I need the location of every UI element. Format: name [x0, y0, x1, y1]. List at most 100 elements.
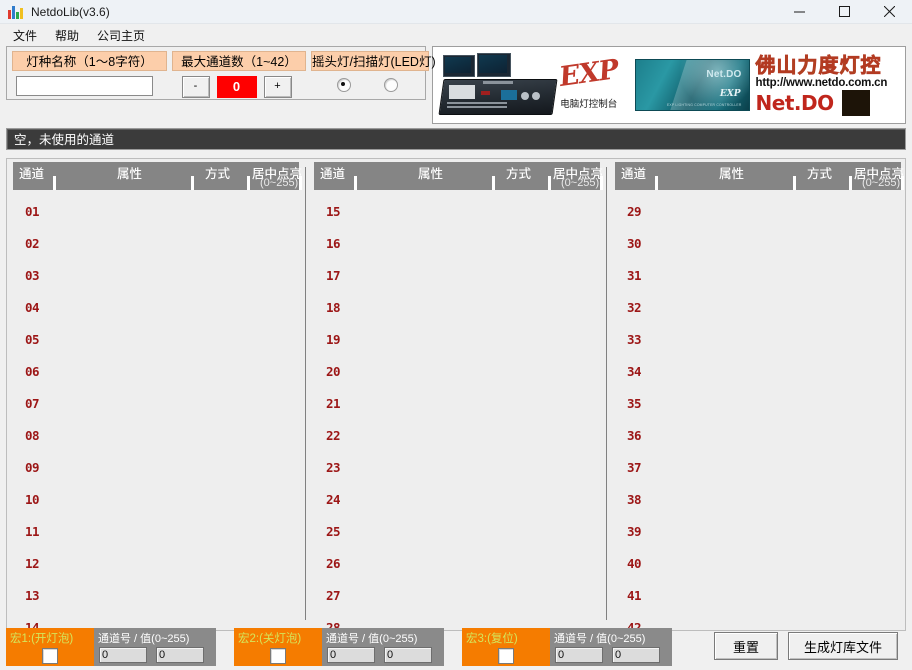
macro-3-checkbox[interactable]: [498, 648, 514, 664]
header-attribute: 属性: [117, 167, 143, 181]
table-row[interactable]: 30: [609, 230, 905, 262]
brand-wordmark: Net.DO: [755, 90, 835, 115]
column-divider: [305, 167, 306, 620]
macro-3-channel-input[interactable]: 0: [555, 647, 603, 663]
table-row[interactable]: 25: [308, 518, 604, 550]
reset-button[interactable]: 重置: [714, 632, 778, 660]
header-mode: 方式: [806, 167, 832, 181]
table-row[interactable]: 03: [7, 262, 303, 294]
table-row[interactable]: 09: [7, 454, 303, 486]
fixture-name-input[interactable]: [16, 76, 153, 96]
table-row[interactable]: 11: [7, 518, 303, 550]
table-row[interactable]: 26: [308, 550, 604, 582]
table-row[interactable]: 17: [308, 262, 604, 294]
table-row[interactable]: 29: [609, 198, 905, 230]
table-row[interactable]: 24: [308, 486, 604, 518]
table-row[interactable]: 10: [7, 486, 303, 518]
channel-stepper: - 0 +: [167, 76, 306, 98]
header-attribute: 属性: [417, 167, 443, 181]
macro-1-checkbox[interactable]: [42, 648, 58, 664]
row-number: 19: [325, 332, 341, 347]
header-attribute: 属性: [718, 167, 744, 181]
row-number: 18: [325, 300, 341, 315]
row-number: 13: [25, 588, 40, 603]
table-row[interactable]: 35: [609, 390, 905, 422]
table-row[interactable]: 02: [7, 230, 303, 262]
row-number: 16: [325, 236, 341, 251]
row-number: 37: [626, 460, 642, 475]
table-row[interactable]: 33: [609, 326, 905, 358]
row-number: 07: [25, 396, 40, 411]
increment-button[interactable]: +: [263, 76, 292, 98]
macro-2-channel-input[interactable]: 0: [327, 647, 375, 663]
row-number: 29: [626, 204, 642, 219]
row-number: 02: [25, 236, 40, 251]
macro-3-value-input[interactable]: 0: [612, 647, 660, 663]
exp-branding: EXP 电脑灯控制台: [546, 54, 631, 110]
table-row[interactable]: 34: [609, 358, 905, 390]
table-row[interactable]: 40: [609, 550, 905, 582]
table-row[interactable]: 20: [308, 358, 604, 390]
menu-item-help[interactable]: 帮助: [48, 25, 86, 46]
header-tick: [654, 176, 658, 190]
card-brand-label: Net.DO: [706, 69, 742, 80]
macro-1-channel-input[interactable]: 0: [99, 647, 147, 663]
table-row[interactable]: 39: [609, 518, 905, 550]
table-row[interactable]: 15: [308, 198, 604, 230]
radio-moving-head[interactable]: [336, 78, 351, 92]
table-row[interactable]: 08: [7, 422, 303, 454]
table-row[interactable]: 31: [609, 262, 905, 294]
row-number: 26: [325, 556, 341, 571]
menu-item-file[interactable]: 文件: [6, 25, 44, 46]
table-row[interactable]: 01: [7, 198, 303, 230]
table-row[interactable]: 36: [609, 422, 905, 454]
table-row[interactable]: 12: [7, 550, 303, 582]
row-number: 04: [25, 300, 40, 315]
table-row[interactable]: 21: [308, 390, 604, 422]
brand-square-icon: [841, 89, 870, 116]
maximize-button[interactable]: [822, 0, 867, 23]
row-number: 03: [25, 268, 40, 283]
card-exp-label: EXP: [719, 89, 741, 99]
table-row[interactable]: 19: [308, 326, 604, 358]
title-bar: NetdoLib(v3.6): [0, 0, 912, 24]
table-row[interactable]: 05: [7, 326, 303, 358]
header-tick: [900, 176, 904, 190]
close-button[interactable]: [867, 0, 912, 23]
row-number: 15: [325, 204, 341, 219]
table-row[interactable]: 22: [308, 422, 604, 454]
minimize-button[interactable]: [777, 0, 822, 23]
row-number: 35: [626, 396, 642, 411]
table-row[interactable]: 13: [7, 582, 303, 614]
row-number: 12: [25, 556, 40, 571]
macro-bar: 宏1:(开灯泡) 通道号 / 值(0~255) 0 0 宏2:(关灯泡) 通道号…: [0, 628, 912, 670]
header-tick: [547, 176, 551, 190]
fixture-type-radio-group: [306, 78, 429, 92]
table-row[interactable]: 07: [7, 390, 303, 422]
header-tick: [792, 176, 796, 190]
brand-banner: EXP 电脑灯控制台 Net.DO EXP EXP LIGHTING COMPU…: [432, 46, 906, 124]
decrement-button[interactable]: -: [181, 76, 210, 98]
macro-1-value-input[interactable]: 0: [156, 647, 204, 663]
table-row[interactable]: 38: [609, 486, 905, 518]
row-number: 34: [626, 364, 642, 379]
radio-scanner-led[interactable]: [384, 78, 399, 92]
menu-item-homepage[interactable]: 公司主页: [90, 25, 152, 46]
header-center-on-range: (0~255): [260, 177, 299, 189]
table-row[interactable]: 18: [308, 294, 604, 326]
macro-3-fields-title: 通道号 / 值(0~255): [554, 633, 646, 645]
table-row[interactable]: 41: [609, 582, 905, 614]
table-row[interactable]: 32: [609, 294, 905, 326]
header-center-on-range: (0~255): [560, 177, 600, 189]
macro-2-checkbox[interactable]: [270, 648, 286, 664]
table-row[interactable]: 23: [308, 454, 604, 486]
table-row[interactable]: 04: [7, 294, 303, 326]
macro-2-value-input[interactable]: 0: [384, 647, 432, 663]
generate-button[interactable]: 生成灯库文件: [788, 632, 898, 660]
row-number: 06: [25, 364, 40, 379]
header-channel: 通道: [319, 167, 345, 181]
table-row[interactable]: 06: [7, 358, 303, 390]
table-row[interactable]: 37: [609, 454, 905, 486]
table-row[interactable]: 16: [308, 230, 604, 262]
table-row[interactable]: 27: [308, 582, 604, 614]
